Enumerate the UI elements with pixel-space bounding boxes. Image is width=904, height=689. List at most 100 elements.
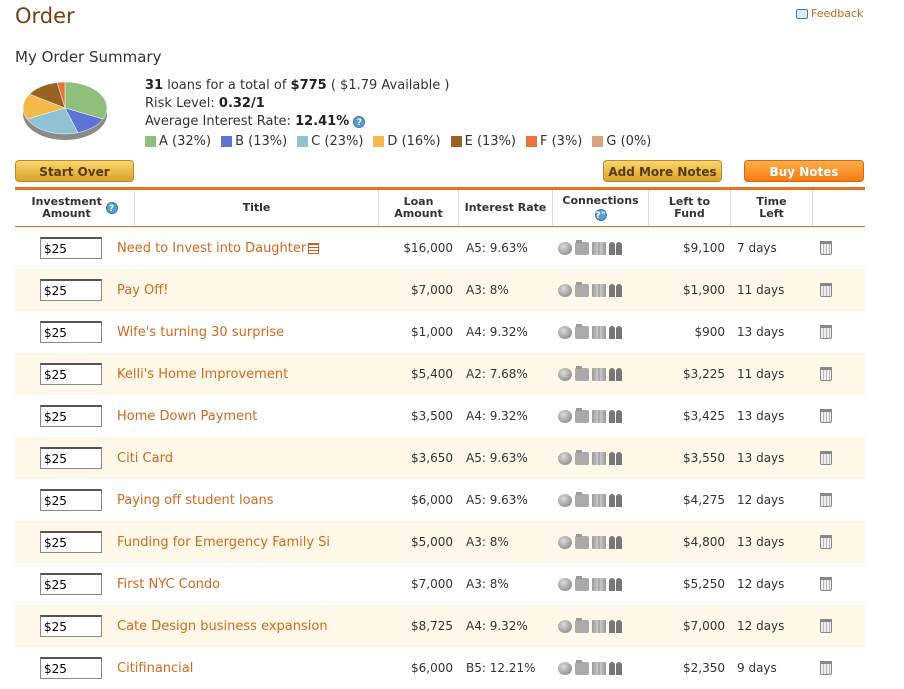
trash-icon[interactable]: [820, 661, 832, 675]
help-icon[interactable]: ?: [353, 115, 366, 128]
globe-icon[interactable]: [558, 535, 572, 549]
people-icon[interactable]: [609, 661, 623, 675]
amount-cell: [40, 269, 102, 311]
book-icon[interactable]: [592, 451, 606, 465]
investment-amount-input[interactable]: [40, 405, 102, 427]
trash-icon[interactable]: [820, 409, 832, 423]
folder-icon[interactable]: [575, 281, 589, 297]
loan-title-link[interactable]: Funding for Emergency Family Si: [117, 535, 330, 550]
investment-amount-input[interactable]: [40, 321, 102, 343]
globe-icon[interactable]: [558, 577, 572, 591]
loan-title-link[interactable]: Citifinancial: [117, 661, 193, 676]
globe-icon[interactable]: [558, 241, 572, 255]
trash-icon[interactable]: [820, 451, 832, 465]
trash-icon[interactable]: [820, 535, 832, 549]
summary-details: 31 loans for a total of $775 ( $1.79 Ava…: [145, 77, 449, 131]
info-icon[interactable]: [308, 242, 320, 254]
connections: [558, 269, 623, 311]
folder-icon[interactable]: [575, 365, 589, 381]
feedback-link[interactable]: Feedback: [796, 7, 863, 20]
loan-title-link[interactable]: Wife's turning 30 surprise: [117, 325, 284, 340]
people-icon[interactable]: [609, 577, 623, 591]
trash-icon[interactable]: [820, 325, 832, 339]
investment-amount-input[interactable]: [40, 279, 102, 301]
help-icon[interactable]: ?: [105, 202, 118, 214]
folder-icon[interactable]: [575, 239, 589, 255]
loan-title-link[interactable]: First NYC Condo: [117, 577, 220, 592]
trash-icon[interactable]: [820, 367, 832, 381]
investment-amount-input[interactable]: [40, 531, 102, 553]
globe-icon[interactable]: [558, 367, 572, 381]
folder-icon[interactable]: [575, 323, 589, 339]
investment-amount-input[interactable]: [40, 363, 102, 385]
loan-amount: $8,725: [411, 619, 453, 633]
globe-icon[interactable]: [558, 661, 572, 675]
globe-icon[interactable]: [558, 283, 572, 297]
globe-icon[interactable]: [558, 493, 572, 507]
trash-icon[interactable]: [820, 241, 832, 255]
book-icon[interactable]: [592, 241, 606, 255]
help-icon[interactable]: ?">?: [594, 209, 618, 221]
investment-amount-input[interactable]: [40, 573, 102, 595]
people-icon[interactable]: [609, 493, 623, 507]
book-icon[interactable]: [592, 493, 606, 507]
remove-cell: [820, 311, 832, 353]
book-icon[interactable]: [592, 325, 606, 339]
book-icon[interactable]: [592, 661, 606, 675]
table-row: Cate Design business expansion $8,725 A4…: [15, 605, 865, 647]
investment-amount-input[interactable]: [40, 489, 102, 511]
loan-title-link[interactable]: Citi Card: [117, 451, 173, 466]
book-icon[interactable]: [592, 577, 606, 591]
loan-title-link[interactable]: Paying off student loans: [117, 493, 274, 508]
book-icon[interactable]: [592, 367, 606, 381]
folder-icon[interactable]: [575, 617, 589, 633]
trash-icon[interactable]: [820, 493, 832, 507]
buy-notes-button[interactable]: Buy Notes: [744, 160, 864, 182]
people-icon[interactable]: [609, 367, 623, 381]
people-icon[interactable]: [609, 409, 623, 423]
loan-title-link[interactable]: Pay Off!: [117, 283, 168, 298]
investment-amount-input[interactable]: [40, 237, 102, 259]
trash-icon[interactable]: [820, 283, 832, 297]
loan-title-link[interactable]: Kelli's Home Improvement: [117, 367, 288, 382]
rate-line: Average Interest Rate: 12.41% ?: [145, 113, 449, 131]
investment-amount-input[interactable]: [40, 657, 102, 679]
loan-amount: $7,000: [411, 577, 453, 591]
loan-title-link[interactable]: Home Down Payment: [117, 409, 257, 424]
time-left: 13 days: [737, 535, 785, 549]
globe-icon[interactable]: [558, 619, 572, 633]
folder-icon[interactable]: [575, 533, 589, 549]
people-icon[interactable]: [609, 241, 623, 255]
folder-icon[interactable]: [575, 407, 589, 423]
folder-icon[interactable]: [575, 575, 589, 591]
loan-title-link[interactable]: Cate Design business expansion: [117, 619, 328, 634]
globe-icon[interactable]: [558, 409, 572, 423]
book-icon[interactable]: [592, 535, 606, 549]
connections: [558, 563, 623, 605]
loan-title-link[interactable]: Need to Invest into Daughter: [117, 241, 306, 256]
book-icon[interactable]: [592, 619, 606, 633]
people-icon[interactable]: [609, 535, 623, 549]
investment-amount-input[interactable]: [40, 615, 102, 637]
book-icon[interactable]: [592, 409, 606, 423]
globe-icon[interactable]: [558, 325, 572, 339]
title-cell: Home Down Payment: [117, 395, 379, 437]
trash-icon[interactable]: [820, 577, 832, 591]
investment-amount-input[interactable]: [40, 447, 102, 469]
legend-item: E (13%): [450, 134, 516, 149]
legend-label: E (13%): [464, 134, 516, 149]
trash-icon[interactable]: [820, 619, 832, 633]
remove-cell: [820, 395, 832, 437]
loan-amount: $5,400: [411, 367, 453, 381]
people-icon[interactable]: [609, 619, 623, 633]
people-icon[interactable]: [609, 283, 623, 297]
add-more-notes-button[interactable]: Add More Notes: [603, 160, 722, 182]
start-over-button[interactable]: Start Over: [15, 160, 134, 182]
folder-icon[interactable]: [575, 491, 589, 507]
people-icon[interactable]: [609, 325, 623, 339]
folder-icon[interactable]: [575, 659, 589, 675]
people-icon[interactable]: [609, 451, 623, 465]
book-icon[interactable]: [592, 283, 606, 297]
globe-icon[interactable]: [558, 451, 572, 465]
folder-icon[interactable]: [575, 449, 589, 465]
